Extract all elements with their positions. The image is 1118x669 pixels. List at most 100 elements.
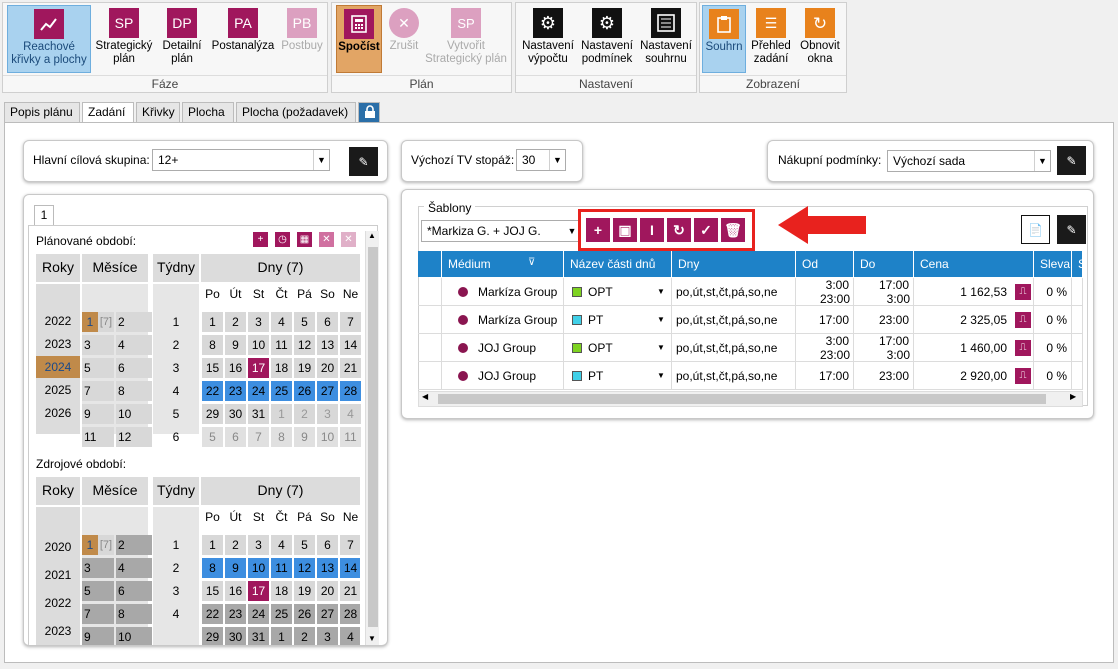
reach-curves-button[interactable]: Reachové křivky a plochy <box>7 5 91 73</box>
delete-icon[interactable]: 🗑 <box>721 218 745 242</box>
day-cell[interactable]: 6 <box>317 312 338 332</box>
day-cell[interactable]: 1 <box>271 404 292 424</box>
footage-select[interactable]: 30 ▼ <box>516 149 566 171</box>
row-selector[interactable] <box>418 334 442 362</box>
discount-cell[interactable]: 0 % <box>1034 334 1072 362</box>
day-cell[interactable]: 23 <box>225 604 246 624</box>
add-icon[interactable]: + <box>586 218 610 242</box>
day-cell[interactable]: 2 <box>294 627 315 645</box>
day-cell[interactable]: 28 <box>340 604 360 624</box>
day-cell[interactable]: 3 <box>317 627 338 645</box>
month-cell[interactable]: 6 <box>116 358 152 378</box>
prehled-button[interactable]: ☰ Přehled zadání <box>748 5 794 73</box>
day-cell[interactable]: 19 <box>294 581 315 601</box>
month-cell[interactable]: 3 <box>82 335 114 355</box>
purchase-select[interactable]: Výchozí sada ▼ <box>887 150 1051 172</box>
edit-pencil-icon[interactable]: ✎ <box>1057 146 1086 175</box>
month-cell[interactable]: 12 <box>116 427 152 447</box>
discount-cell[interactable]: 0 % <box>1034 362 1072 390</box>
day-cell[interactable]: 2 <box>294 404 315 424</box>
year-cell[interactable]: 2020 <box>36 534 80 560</box>
discount-cell[interactable]: 0 % <box>1034 306 1072 334</box>
month-cell[interactable]: 4 <box>116 335 152 355</box>
day-cell[interactable]: 30 <box>225 627 246 645</box>
day-cell[interactable]: 2 <box>225 535 246 555</box>
lock-icon[interactable] <box>358 102 380 123</box>
week-cell[interactable]: 3 <box>153 358 199 378</box>
week-cell[interactable]: 4 <box>153 604 199 624</box>
days-cell[interactable]: po,út,st,čt,pá,so,ne <box>672 306 796 334</box>
day-cell[interactable]: 14 <box>340 335 361 355</box>
week-cell[interactable]: 1 <box>153 535 199 555</box>
month-cell[interactable]: 6 <box>116 581 152 601</box>
day-cell[interactable]: 15 <box>202 358 223 378</box>
tab-zadani[interactable]: Zadání <box>82 102 134 123</box>
day-cell[interactable]: 17 <box>248 581 269 601</box>
day-cell[interactable]: 20 <box>317 581 338 601</box>
day-cell[interactable]: 11 <box>271 558 292 578</box>
week-cell[interactable]: 1 <box>153 312 199 332</box>
day-cell[interactable]: 10 <box>248 558 269 578</box>
scroll-left-icon[interactable]: ◀ <box>422 392 428 401</box>
days-cell[interactable]: po,út,st,čt,pá,so,ne <box>672 334 796 362</box>
od-cell[interactable]: 17:00 <box>796 362 854 390</box>
template-select[interactable]: *Markiza G. + JOJ G. ▼ <box>421 220 581 242</box>
column-header[interactable]: Název části dnů <box>564 251 672 277</box>
apply-check-icon[interactable]: ✓ <box>694 218 718 242</box>
year-cell[interactable]: 2023 <box>36 618 80 644</box>
month-cell[interactable]: 4 <box>116 558 152 578</box>
discount-cell[interactable]: 0 % <box>1034 278 1072 306</box>
scroll-right-icon[interactable]: ▶ <box>1070 392 1076 401</box>
day-cell[interactable]: 9 <box>225 335 246 355</box>
grid-icon[interactable]: ▦ <box>297 232 312 247</box>
day-cell[interactable]: 5 <box>294 535 315 555</box>
row-selector[interactable] <box>418 362 442 390</box>
chevron-down-icon[interactable]: ▼ <box>657 371 665 380</box>
tab-krivky[interactable]: Křivky <box>136 102 180 123</box>
day-cell[interactable]: 24 <box>248 604 269 624</box>
column-header[interactable]: Médium <box>442 251 564 277</box>
day-cell[interactable]: 10 <box>317 427 338 447</box>
day-cell[interactable]: 6 <box>225 427 246 447</box>
day-cell[interactable]: 26 <box>294 381 315 401</box>
day-cell[interactable]: 11 <box>340 427 361 447</box>
price-curve-icon[interactable]: ⎍ <box>1015 284 1031 300</box>
year-cell[interactable]: 2021 <box>36 562 80 588</box>
week-cell[interactable]: 4 <box>153 381 199 401</box>
day-cell[interactable]: 25 <box>271 604 292 624</box>
chevron-down-icon[interactable]: ▼ <box>657 287 665 296</box>
day-cell[interactable]: 13 <box>317 558 338 578</box>
calendar-icon[interactable]: ◷ <box>275 232 290 247</box>
day-cell[interactable]: 6 <box>317 535 338 555</box>
calendar-tab[interactable]: 1 <box>34 205 54 225</box>
day-cell[interactable]: 10 <box>248 335 269 355</box>
day-cell[interactable]: 3 <box>317 404 338 424</box>
month-cell[interactable]: 8 <box>116 381 152 401</box>
day-cell[interactable]: 27 <box>317 604 338 624</box>
scroll-up-icon[interactable]: ▲ <box>368 231 376 240</box>
day-cell[interactable]: 21 <box>340 358 361 378</box>
day-cell[interactable]: 25 <box>271 381 292 401</box>
scroll-down-icon[interactable]: ▼ <box>368 634 376 643</box>
tab-popis-planu[interactable]: Popis plánu <box>4 102 80 123</box>
day-cell[interactable]: 31 <box>248 404 269 424</box>
day-cell[interactable]: 18 <box>271 581 292 601</box>
year-cell[interactable]: 2025 <box>36 379 80 401</box>
day-cell[interactable]: 4 <box>271 312 292 332</box>
day-cell[interactable]: 8 <box>271 427 292 447</box>
day-cell[interactable]: 22 <box>202 381 223 401</box>
day-cell[interactable]: 12 <box>294 335 315 355</box>
column-header[interactable]: S <box>1072 251 1083 277</box>
day-cell[interactable]: 1 <box>202 312 223 332</box>
month-cell[interactable]: 2 <box>116 535 152 555</box>
refresh-icon[interactable]: ↻ <box>667 218 691 242</box>
tab-plocha[interactable]: Plocha <box>182 102 234 123</box>
postbuy-button[interactable]: PB Postbuy <box>279 5 325 73</box>
day-cell[interactable]: 15 <box>202 581 223 601</box>
day-cell[interactable]: 21 <box>340 581 360 601</box>
day-cell[interactable]: 5 <box>294 312 315 332</box>
days-cell[interactable]: po,út,st,čt,pá,so,ne <box>672 278 796 306</box>
summary-settings-button[interactable]: Nastavení souhrnu <box>637 5 695 73</box>
day-cell[interactable]: 1 <box>271 627 292 645</box>
edit-pencil-icon[interactable]: ✎ <box>1057 215 1086 244</box>
